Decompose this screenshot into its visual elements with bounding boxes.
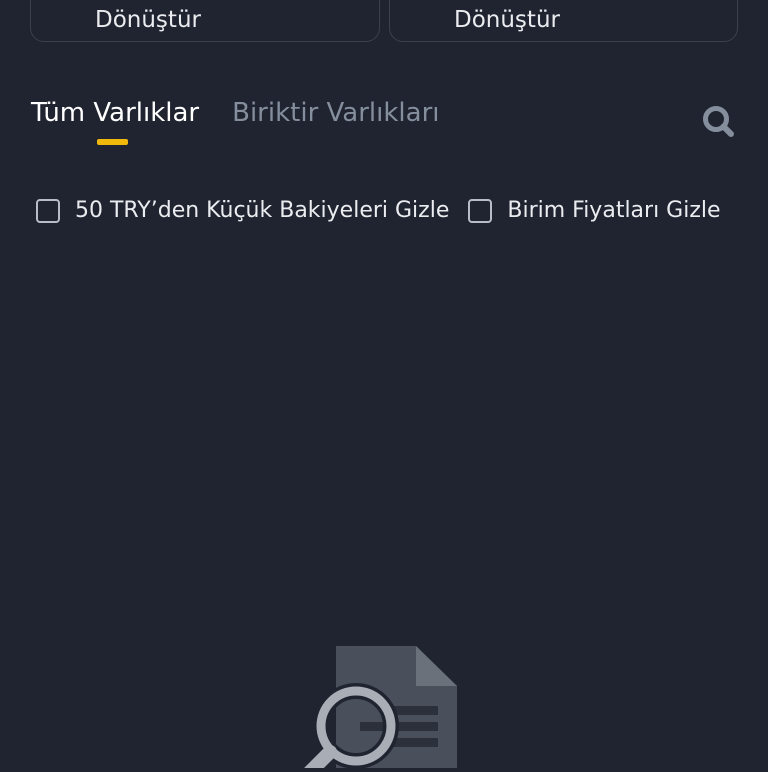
hide-small-balances-label: 50 TRY’den Küçük Bakiyeleri Gizle — [75, 198, 450, 223]
hide-unit-prices-filter[interactable]: Birim Fiyatları Gizle — [468, 198, 721, 223]
tab-all-assets[interactable]: Tüm Varlıklar — [31, 98, 199, 128]
tab-earn-assets[interactable]: Biriktir Varlıkları — [232, 98, 439, 128]
convert-card-right[interactable]: Dönüştür — [389, 0, 738, 42]
asset-tabs: Tüm Varlıklar Biriktir Varlıkları — [31, 98, 440, 128]
convert-label: Dönüştür — [95, 7, 201, 33]
convert-label: Dönüştür — [454, 7, 560, 33]
hide-unit-prices-label: Birim Fiyatları Gizle — [507, 198, 721, 223]
hide-unit-prices-checkbox[interactable] — [468, 198, 493, 223]
empty-state — [300, 640, 470, 772]
hide-small-balances-filter[interactable]: 50 TRY’den Küçük Bakiyeleri Gizle — [36, 198, 449, 223]
convert-card-left[interactable]: Dönüştür — [30, 0, 380, 42]
search-button[interactable] — [700, 103, 736, 139]
search-icon — [703, 106, 734, 137]
document-search-icon — [303, 646, 457, 772]
active-tab-indicator — [97, 139, 128, 145]
balance-filters: 50 TRY’den Küçük Bakiyeleri Gizle Birim … — [36, 198, 721, 223]
hide-small-balances-checkbox[interactable] — [36, 198, 60, 223]
